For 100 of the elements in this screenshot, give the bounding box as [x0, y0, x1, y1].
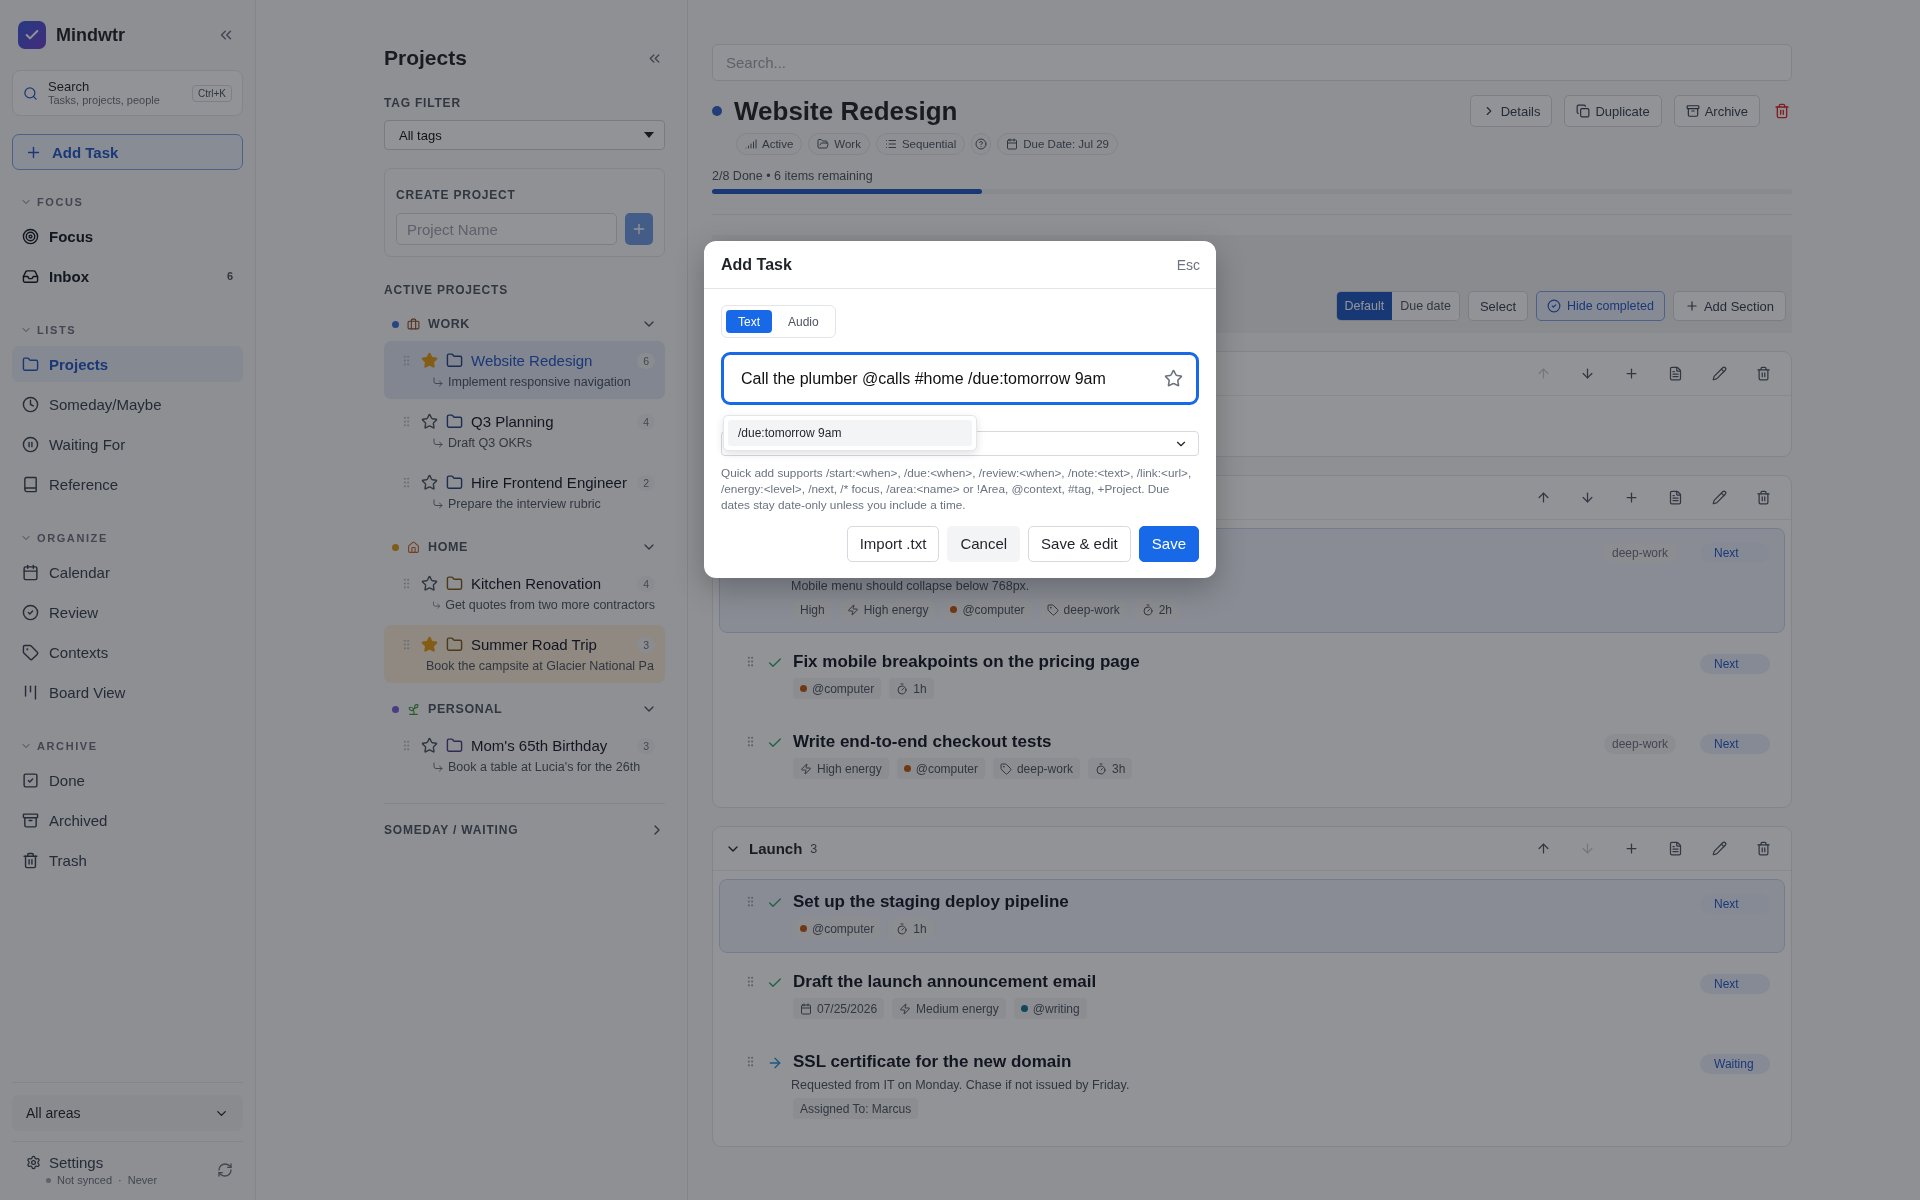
project-item[interactable]: Mom's 65th Birthday 3 Book a table at Lucia's for the 26th: [384, 726, 665, 784]
archive-icon: [22, 811, 39, 829]
project-item[interactable]: Summer Road Trip 3 Book the campsite at Glacier National Pa: [384, 625, 665, 683]
mode-chip[interactable]: Sequential: [875, 133, 966, 155]
search-hint: Tasks, projects, people: [48, 94, 161, 107]
group-header[interactable]: ARCHIVE: [20, 740, 243, 752]
mode-tab[interactable]: Audio: [776, 310, 831, 333]
check-circle-icon: [22, 603, 39, 621]
pencil-icon: [1711, 366, 1727, 381]
create-button[interactable]: [625, 213, 653, 245]
task-card[interactable]: Write end-to-end checkout tests High energy @computer deep-work 3h deep-work Next: [719, 719, 1785, 793]
hide-completed-toggle[interactable]: Hide completed: [1536, 291, 1665, 321]
add-task-button[interactable]: Add Task: [12, 134, 243, 170]
briefcase-icon: [407, 317, 420, 331]
dialog-button[interactable]: Cancel: [947, 525, 1021, 562]
count-badge: 2: [637, 474, 655, 491]
status-chip[interactable]: Active: [736, 133, 803, 155]
mode-tab[interactable]: Text: [726, 310, 772, 333]
dialog-button[interactable]: Save: [1138, 525, 1199, 562]
task-title: SSL certificate for the new domain: [793, 1052, 1073, 1072]
pause-icon: [22, 435, 39, 453]
nav-item[interactable]: Contexts: [12, 634, 243, 670]
context-chip: @computer: [793, 678, 882, 699]
nav-item[interactable]: Reference: [12, 466, 243, 502]
search-button[interactable]: Search Tasks, projects, people Ctrl+K: [12, 70, 243, 116]
task-card[interactable]: SSL certificate for the new domain Requested from IT on Monday. Chase if not issued by Friday. Assigned To: Marcus Waiting: [719, 1039, 1785, 1132]
area-select[interactable]: All areas: [12, 1095, 243, 1131]
status-badge: Next: [1700, 734, 1770, 754]
header-button[interactable]: Duplicate: [1564, 95, 1662, 127]
folder-icon: [446, 737, 463, 754]
nav-item[interactable]: Inbox 6: [12, 258, 243, 294]
folder-icon: [446, 413, 463, 430]
task-card[interactable]: Set up the staging deploy pipeline @computer 1h Next: [719, 879, 1785, 953]
status-badge: Next: [1700, 654, 1770, 674]
area-header[interactable]: HOME: [384, 534, 665, 560]
shortcut-key: Ctrl+K: [191, 84, 232, 102]
header-button[interactable]: Details: [1469, 95, 1553, 127]
project-item[interactable]: Q3 Planning 4 Draft Q3 OKRs: [384, 402, 665, 460]
nav-item[interactable]: Someday/Maybe: [12, 386, 243, 422]
count-badge: 6: [637, 352, 655, 369]
group-header[interactable]: ORGANIZE: [20, 532, 243, 544]
help-chip[interactable]: [971, 133, 992, 155]
return-arrow-icon: [432, 376, 444, 388]
group-header[interactable]: LISTS: [20, 324, 243, 336]
task-input[interactable]: Call the plumber @calls #home /due:tomorrow 9am: [721, 352, 1199, 405]
timer-icon: [1094, 762, 1107, 775]
nav-item[interactable]: Calendar: [12, 554, 243, 590]
nav-item[interactable]: Archived: [12, 802, 243, 838]
nav-item[interactable]: Review: [12, 594, 243, 630]
task-title: Set up the staging deploy pipeline: [793, 892, 1070, 912]
sync-button[interactable]: [215, 1160, 235, 1180]
dialog-button[interactable]: Save & edit: [1028, 525, 1131, 562]
plus-icon: [631, 221, 647, 237]
add-section-button[interactable]: Add Section: [1672, 291, 1786, 321]
area-header[interactable]: PERSONAL: [384, 696, 665, 722]
area-chip[interactable]: Work: [808, 133, 870, 155]
area-header[interactable]: WORK: [384, 311, 665, 337]
calendar-icon: [1006, 138, 1019, 150]
dialog-button[interactable]: Import .txt: [846, 525, 940, 562]
sort-option[interactable]: Default: [1336, 292, 1393, 320]
project-dot: [712, 106, 722, 116]
house-icon: [407, 540, 420, 554]
list-icon: [884, 138, 897, 150]
time-chip: 1h: [889, 678, 934, 699]
settings-button[interactable]: Settings: [26, 1154, 205, 1171]
project-item[interactable]: Website Redesign 6 Implement responsive navigation: [384, 341, 665, 399]
dialog-title: Add Task: [721, 255, 792, 274]
header-button[interactable]: Archive: [1673, 95, 1760, 127]
separator: ·: [118, 1174, 122, 1186]
section-title: Launch: [749, 840, 803, 857]
suggestion-item[interactable]: /due:tomorrow 9am: [728, 420, 972, 446]
project-item[interactable]: Kitchen Renovation 4 Get quotes from two more contractors: [384, 564, 665, 622]
project-item[interactable]: Hire Frontend Engineer 2 Prepare the interview rubric: [384, 463, 665, 521]
next-action: Implement responsive navigation: [448, 375, 631, 389]
count-badge: 3: [637, 636, 655, 653]
folder-icon: [446, 474, 463, 491]
tag-icon: [22, 643, 39, 661]
task-card[interactable]: Fix mobile breakpoints on the pricing page @computer 1h Next: [719, 639, 1785, 713]
select-button[interactable]: Select: [1467, 291, 1529, 321]
folder-icon: [446, 575, 463, 592]
nav-item[interactable]: Focus: [12, 218, 243, 254]
due-chip[interactable]: Due Date: Jul 29: [997, 133, 1118, 155]
nav-item[interactable]: Done: [12, 762, 243, 798]
nav-item[interactable]: Board View: [12, 674, 243, 710]
tag-icon: [1046, 603, 1059, 616]
nav-item[interactable]: Projects: [12, 346, 243, 382]
group-header[interactable]: FOCUS: [20, 196, 243, 208]
inbox-icon: [22, 267, 39, 285]
next-action: Prepare the interview rubric: [448, 497, 601, 511]
nav-item[interactable]: Trash: [12, 842, 243, 878]
someday-waiting-toggle[interactable]: SOMEDAY / WAITING: [384, 803, 665, 838]
nav-item[interactable]: Waiting For: [12, 426, 243, 462]
tag-icon: [999, 762, 1012, 775]
calendar-icon: [800, 1002, 812, 1015]
task-card[interactable]: Draft the launch announcement email 07/25/2026 Medium energy @writing Next: [719, 959, 1785, 1033]
archive-icon: [1685, 104, 1700, 118]
section-count: 3: [810, 841, 819, 856]
app-logo: [18, 21, 46, 49]
tag-filter-select[interactable]: All tags: [384, 120, 665, 150]
task-title: Fix mobile breakpoints on the pricing page: [793, 652, 1141, 672]
